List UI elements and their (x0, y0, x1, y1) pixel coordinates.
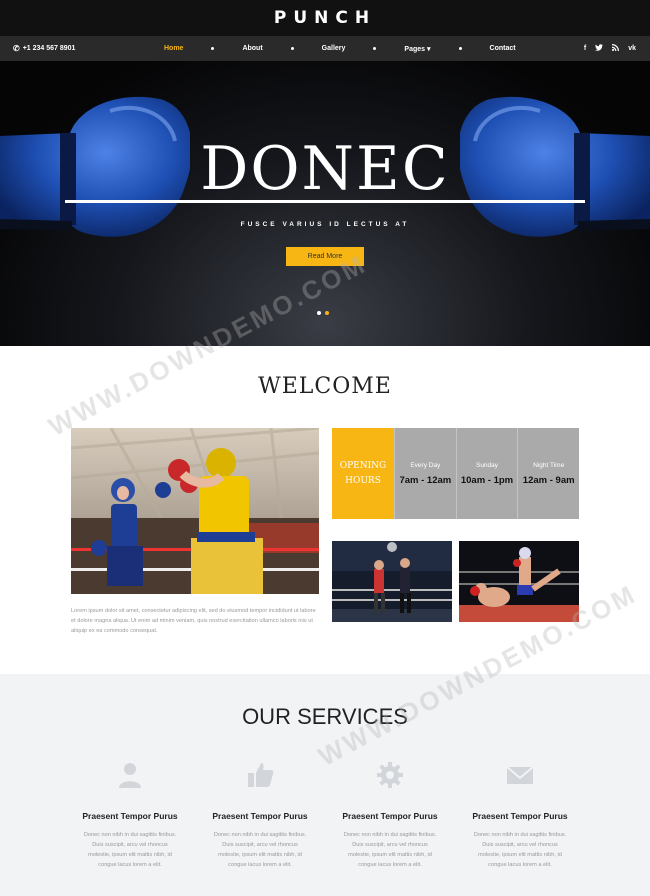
welcome-title: WELCOME (258, 374, 392, 399)
welcome-paragraph: Lorem ipsum dolor sit amet, consectetur … (71, 608, 316, 634)
gear-icon (377, 762, 403, 788)
hours-time: 12am - 9am (522, 474, 575, 486)
slider-indicators (317, 311, 333, 315)
hours-column: Night Time 12am - 9am (517, 428, 580, 519)
menu-separator (373, 47, 377, 50)
service-title: Praesent Tempor Purus (342, 811, 438, 821)
nav-bar: ✆ +1 234 567 8901 Home About Gallery Pag… (0, 36, 650, 61)
service-title: Praesent Tempor Purus (82, 811, 178, 821)
service-title: Praesent Tempor Purus (472, 811, 568, 821)
phone-icon: ✆ (13, 44, 20, 53)
page: PUNCH ✆ +1 234 567 8901 Home About Galle… (0, 0, 650, 896)
ring-match-photo (332, 541, 452, 622)
hero-divider (65, 200, 585, 203)
hours-column: Every Day 7am - 12am (394, 428, 456, 519)
opening-hours-label-line1: OPENING (339, 460, 387, 471)
phone-contact[interactable]: ✆ +1 234 567 8901 (13, 36, 75, 61)
menu-separator (290, 47, 294, 50)
service-text: Donec non nibh in dui sagittis finibus. … (473, 832, 567, 868)
brand-bar: PUNCH (0, 0, 650, 36)
social-links: f vk (575, 36, 636, 61)
opening-hours-label-line2: HOURS (345, 475, 381, 486)
thumbs-up-icon (248, 763, 274, 787)
service-card: Praesent Tempor Purus Donec non nibh in … (195, 760, 325, 870)
nav-about[interactable]: About (242, 45, 262, 52)
menu-separator (458, 47, 462, 50)
service-card: Praesent Tempor Purus Donec non nibh in … (455, 760, 585, 870)
read-more-button[interactable]: Read More (286, 247, 364, 266)
service-title: Praesent Tempor Purus (212, 811, 308, 821)
service-card: Praesent Tempor Purus Donec non nibh in … (65, 760, 195, 870)
twitter-icon[interactable] (595, 44, 604, 53)
service-text: Donec non nibh in dui sagittis finibus. … (213, 832, 307, 868)
nav-pages[interactable]: Pages ▾ (404, 45, 430, 53)
services-section: OUR SERVICES Praesent Tempor Purus Donec… (0, 674, 650, 896)
hours-time: 7am - 12am (399, 474, 452, 486)
main-menu: Home About Gallery Pages ▾ Contact (164, 36, 516, 61)
phone-number: +1 234 567 8901 (22, 45, 76, 52)
nav-gallery[interactable]: Gallery (322, 45, 346, 52)
site-logo[interactable]: PUNCH (274, 8, 376, 28)
envelope-icon (506, 766, 534, 784)
service-text: Donec non nibh in dui sagittis finibus. … (83, 832, 177, 868)
hero-title: DONEC (200, 134, 450, 204)
menu-separator (211, 47, 215, 50)
slide-indicator-1[interactable] (317, 311, 321, 315)
hours-day: Every Day (410, 461, 441, 469)
rss-icon[interactable] (612, 44, 620, 53)
services-title: OUR SERVICES (242, 704, 408, 729)
boxing-match-photo (71, 428, 319, 594)
opening-hours: OPENING HOURS Every Day 7am - 12am Sunda… (332, 428, 580, 519)
hours-column: Sunday 10am - 1pm (455, 428, 518, 519)
user-icon (119, 763, 141, 788)
vk-icon[interactable]: vk (628, 45, 636, 52)
hero-subtitle: FUSCE VARIUS ID LECTUS AT (240, 221, 410, 228)
hours-day: Night Time (533, 461, 565, 469)
service-card: Praesent Tempor Purus Donec non nibh in … (325, 760, 455, 870)
hero-slider: DONEC FUSCE VARIUS ID LECTUS AT Read Mor… (0, 61, 650, 346)
hours-time: 10am - 1pm (460, 474, 514, 486)
nav-home[interactable]: Home (164, 45, 183, 52)
nav-pages-label: Pages (404, 45, 426, 53)
nav-contact[interactable]: Contact (490, 45, 516, 52)
kickboxing-photo (459, 541, 579, 622)
opening-hours-label: OPENING HOURS (332, 428, 394, 519)
hours-day: Sunday (475, 461, 499, 469)
facebook-icon[interactable]: f (584, 45, 586, 52)
service-text: Donec non nibh in dui sagittis finibus. … (343, 832, 437, 868)
chevron-down-icon: ▾ (427, 45, 431, 53)
slide-indicator-2[interactable] (325, 311, 329, 315)
